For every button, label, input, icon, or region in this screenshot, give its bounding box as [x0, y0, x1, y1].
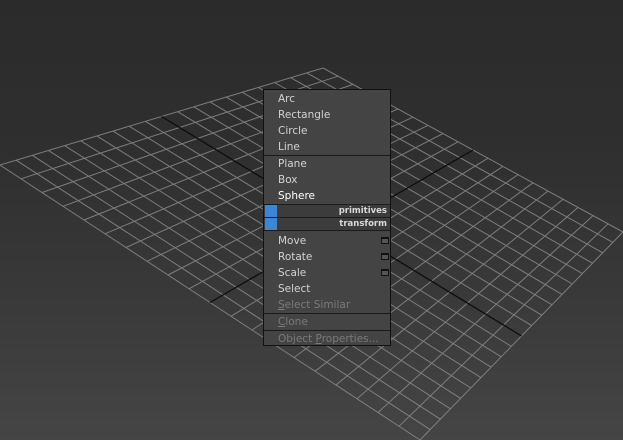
menu-item-line[interactable]: Line — [264, 139, 390, 155]
quadrant-label: transform — [339, 219, 387, 229]
menu-item-scale[interactable]: Scale — [264, 265, 390, 281]
quadrant-selector-icon[interactable] — [265, 205, 277, 217]
menu-item-label: Move — [278, 235, 307, 247]
quad-menu: Arc Rectangle Circle Line Plane Box Sphe… — [263, 89, 391, 346]
quadrant-label: primitives — [338, 206, 387, 216]
menu-item-rectangle[interactable]: Rectangle — [264, 107, 390, 123]
menu-item-select-similar: Select Similar — [278, 299, 351, 311]
quadrant-selector-icon[interactable] — [265, 218, 277, 230]
menu-item-rotate[interactable]: Rotate — [264, 249, 390, 265]
menu-item-select[interactable]: Select — [264, 281, 390, 297]
menu-item-label: Rotate — [278, 251, 313, 263]
menu-item-object-properties: Object Properties... — [278, 333, 379, 345]
menu-item-box[interactable]: Box — [264, 172, 390, 188]
quadrant-header-primitives[interactable]: primitives — [264, 204, 390, 217]
menu-item-sphere[interactable]: Sphere — [264, 188, 390, 204]
quadrant-header-transform[interactable]: transform — [264, 217, 390, 230]
menu-item-plane[interactable]: Plane — [264, 156, 390, 172]
menu-item-label: Scale — [278, 267, 307, 279]
options-box-icon[interactable] — [381, 269, 389, 276]
options-box-icon[interactable] — [381, 253, 389, 260]
menu-item-move[interactable]: Move — [264, 233, 390, 249]
menu-item-circle[interactable]: Circle — [264, 123, 390, 139]
menu-item-arc[interactable]: Arc — [264, 91, 390, 107]
options-box-icon[interactable] — [381, 237, 389, 244]
menu-separator — [264, 230, 390, 231]
menu-item-clone: Clone — [278, 316, 308, 328]
